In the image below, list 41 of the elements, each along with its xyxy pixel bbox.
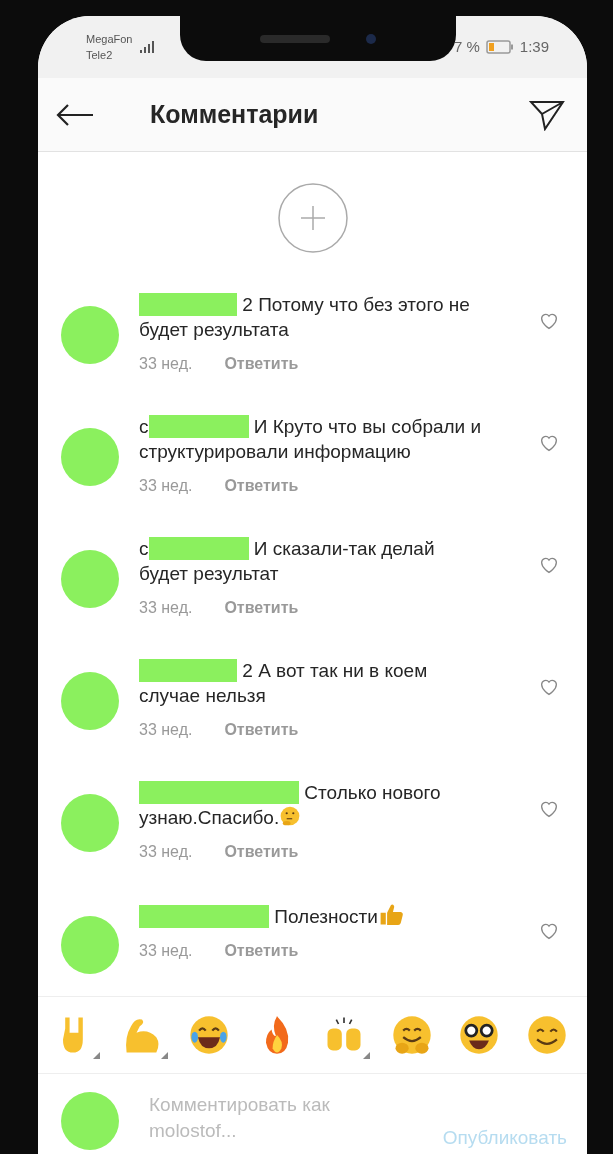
comment-text: с И сказали-так делай будет результат xyxy=(139,536,436,586)
heart-icon[interactable] xyxy=(539,434,559,452)
variants-corner-icon xyxy=(160,1052,168,1059)
page-title: Комментарии xyxy=(150,98,319,130)
comment-text: с И Круто что вы собрали и структурировали информацию xyxy=(139,414,483,464)
comment-time: 33 нед. xyxy=(139,842,193,862)
reply-link[interactable]: Ответить xyxy=(224,352,299,376)
comment-time: 33 нед. xyxy=(139,720,193,740)
comment-time: 33 нед. xyxy=(139,598,193,618)
comment-time: 33 нед. xyxy=(139,941,193,961)
carrier-name: Tele2 xyxy=(86,48,114,63)
thinking-face-icon xyxy=(279,805,302,827)
comment-input[interactable]: Комментировать как molostof... xyxy=(149,1092,389,1152)
comment-text: 2 А вот так ни в коем случае нельзя xyxy=(139,658,429,708)
reply-link[interactable]: Ответить xyxy=(224,939,299,963)
publish-button[interactable]: Опубликовать xyxy=(442,1124,567,1153)
clock-time: 1:39 xyxy=(519,36,549,57)
send-icon[interactable] xyxy=(529,98,565,131)
battery-icon xyxy=(485,40,514,54)
comment-time: 33 нед. xyxy=(139,354,193,374)
heart-icon[interactable] xyxy=(539,678,559,696)
add-circle-icon[interactable] xyxy=(276,182,349,254)
heart-icon[interactable] xyxy=(539,922,559,940)
heart-icon[interactable] xyxy=(539,312,559,330)
reply-link[interactable]: Ответить xyxy=(224,596,299,620)
heart-icon[interactable] xyxy=(539,800,559,818)
reply-link[interactable]: Ответить xyxy=(224,474,299,498)
variants-corner-icon xyxy=(363,1052,371,1059)
signal-icon xyxy=(140,41,157,53)
variants-corner-icon xyxy=(93,1052,100,1059)
carrier-name: MegaFon xyxy=(86,32,133,47)
comment-time: 33 нед. xyxy=(139,476,193,496)
comment-text: Столько нового узнаю.Спасибо. xyxy=(139,780,442,830)
reply-link[interactable]: Ответить xyxy=(224,718,299,742)
battery-percent: 7 % xyxy=(453,36,480,57)
back-arrow-icon[interactable] xyxy=(56,102,94,127)
heart-icon[interactable] xyxy=(539,556,559,574)
reply-link[interactable]: Ответить xyxy=(224,840,299,864)
user-avatar xyxy=(61,1092,119,1150)
comment-text: 2 Потому что без этого не будет результата xyxy=(139,292,471,342)
comment-text: Полезности xyxy=(139,902,484,929)
